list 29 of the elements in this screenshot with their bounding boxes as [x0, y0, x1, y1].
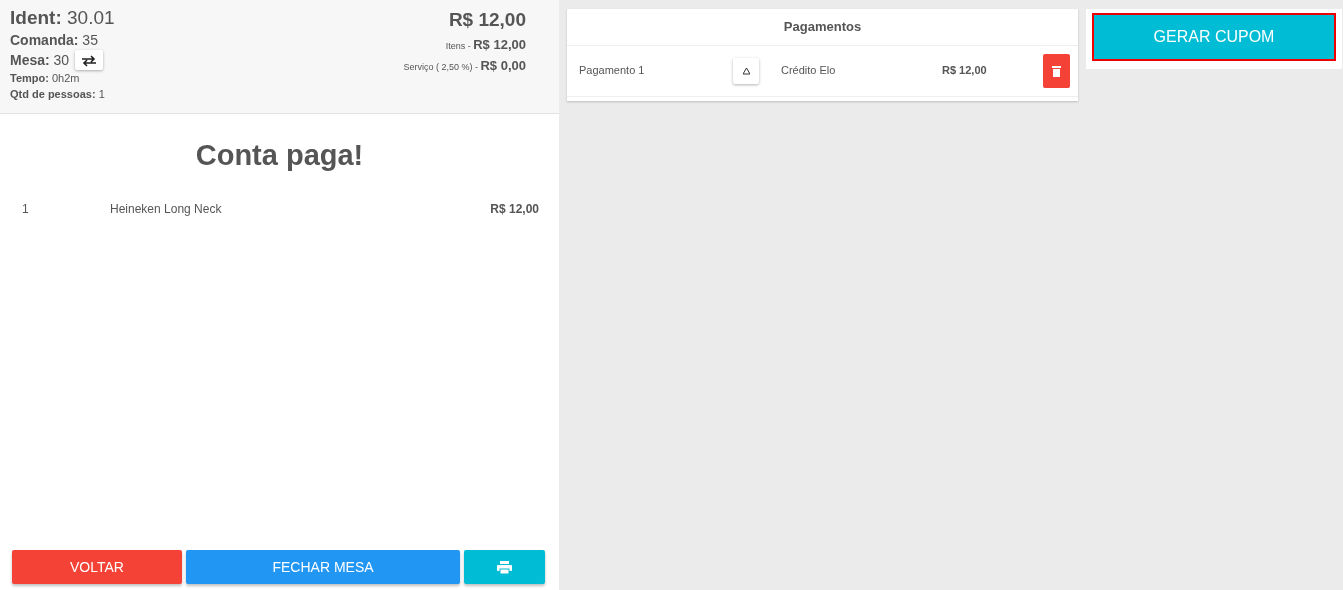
- print-button[interactable]: [464, 550, 545, 584]
- info-line: Comanda: 35: [10, 31, 98, 50]
- payment-method: Crédito Elo: [781, 63, 837, 79]
- payments-title: Pagamentos: [782, 18, 863, 36]
- subtotal-value: R$ 0,00: [480, 57, 526, 73]
- swap-icon: [81, 55, 98, 68]
- back-button[interactable]: VOLTAR: [12, 550, 182, 584]
- trash-icon: [1052, 65, 1061, 77]
- payment-name: Pagamento 1: [579, 63, 646, 79]
- subtotal-label: Itens -: [445, 40, 472, 51]
- info-line: Ident: 30.01: [10, 6, 115, 30]
- subtotal-value: R$ 12,00: [473, 36, 526, 52]
- swap-button[interactable]: [75, 50, 104, 70]
- subtotal-label: Serviço ( 2,50 %) -: [403, 61, 479, 72]
- item-name: Heineken Long Neck: [110, 200, 223, 218]
- item-price: R$ 12,00: [490, 200, 539, 218]
- info-line: Mesa: 30: [10, 51, 70, 70]
- generate-coupon-button[interactable]: GERAR CUPOM: [1092, 13, 1336, 61]
- total-amount: R$ 12,00: [447, 8, 526, 32]
- delete-button[interactable]: [1043, 53, 1070, 88]
- status-title: Conta paga!: [194, 138, 365, 173]
- printer-icon: [497, 561, 512, 575]
- item-quantity: 1: [22, 200, 30, 218]
- info-line: Qtd de pessoas: 1: [10, 87, 105, 102]
- close-table-button[interactable]: FECHAR MESA: [186, 550, 460, 584]
- info-line: Tempo: 0h2m: [10, 71, 80, 86]
- triangle-icon: [742, 67, 750, 75]
- expand-button[interactable]: [733, 57, 759, 84]
- payment-amount: R$ 12,00: [942, 63, 988, 79]
